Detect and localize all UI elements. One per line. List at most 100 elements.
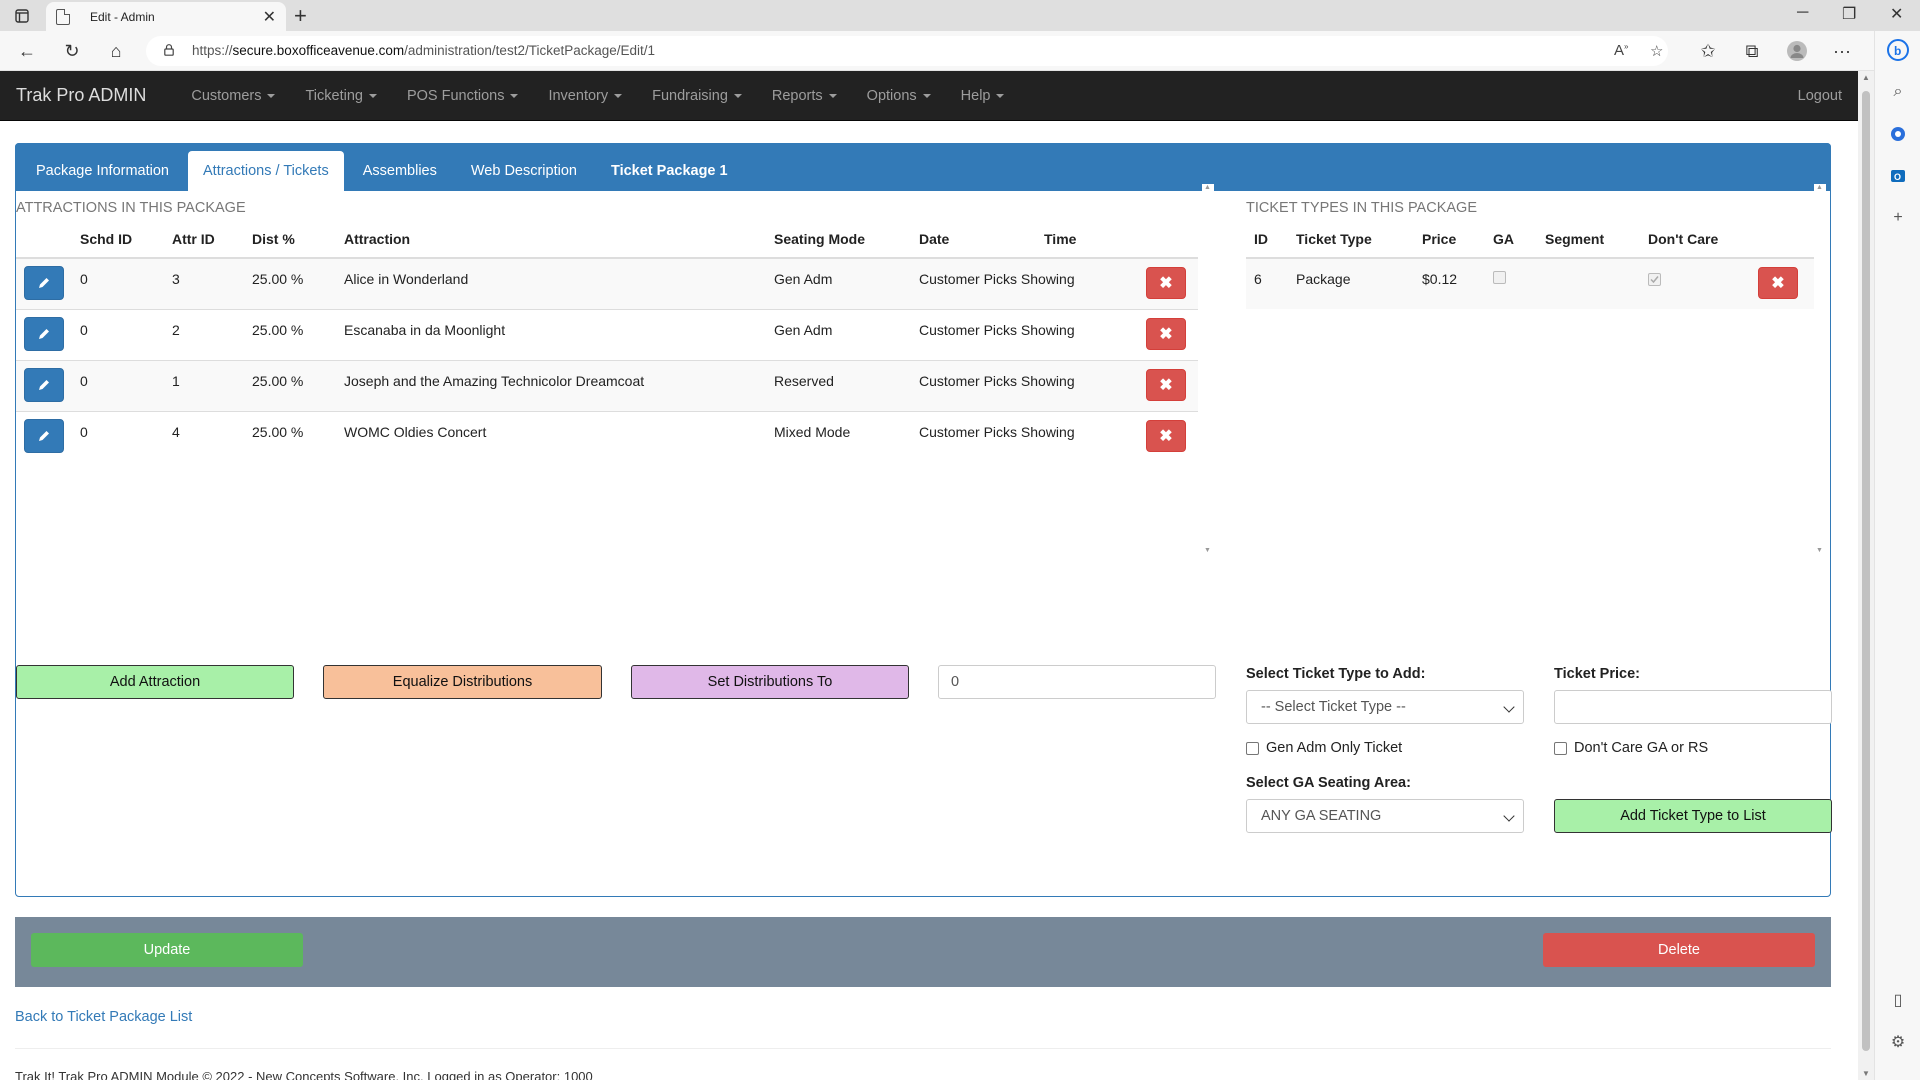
tab-actions-icon[interactable] [12, 6, 32, 26]
profile-icon[interactable] [1785, 39, 1809, 63]
tab-assemblies[interactable]: Assemblies [348, 151, 452, 191]
remove-attraction-button[interactable]: ✖ [1146, 317, 1186, 350]
dont-care-ga-rs-checkbox[interactable]: Don't Care GA or RS [1554, 740, 1708, 756]
cell-id: 6 [1246, 257, 1296, 309]
ticket-type-select-value: -- Select Ticket Type -- [1261, 699, 1406, 715]
minimize-icon[interactable]: ─ [1797, 4, 1808, 22]
close-window-icon[interactable]: ✕ [1890, 4, 1903, 24]
nav-pos-functions[interactable]: POS Functions [392, 88, 534, 104]
scroll-up-icon[interactable]: ▲ [1204, 184, 1211, 191]
checkbox-box[interactable] [1554, 741, 1567, 755]
cell-attr-id: 1 [172, 359, 252, 411]
form-actions-bar: Update Delete [15, 917, 1831, 987]
edit-attraction-button[interactable] [24, 266, 64, 300]
page-icon [56, 8, 70, 25]
favorites-icon[interactable]: ✩ [1696, 39, 1720, 63]
tab-title: Edit - Admin [90, 9, 155, 24]
pencil-icon [39, 379, 49, 390]
nav-inventory[interactable]: Inventory [533, 88, 637, 104]
ticket-types-scrollbar[interactable]: ▲ ▼ [1814, 184, 1826, 554]
tab-web-description[interactable]: Web Description [456, 151, 592, 191]
col-time: Time [1044, 220, 1124, 259]
more-icon[interactable]: ··· [1830, 39, 1854, 63]
nav-reports[interactable]: Reports [757, 88, 852, 104]
ga-seating-area-select[interactable]: ANY GA SEATING [1246, 799, 1524, 833]
page-scrollbar[interactable]: ▲ ▼ [1858, 71, 1874, 1080]
tab-attractions-tickets[interactable]: Attractions / Tickets [188, 151, 344, 191]
nav-options[interactable]: Options [852, 88, 946, 104]
add-sidebar-icon[interactable]: + [1887, 207, 1909, 229]
read-aloud-icon[interactable]: A» [1614, 42, 1628, 59]
collections-icon[interactable]: ⧉ [1740, 39, 1764, 63]
remove-attraction-button[interactable]: ✖ [1146, 368, 1186, 401]
ticket-type-select[interactable]: -- Select Ticket Type -- [1246, 690, 1524, 724]
tab-package-information[interactable]: Package Information [21, 151, 184, 191]
attractions-scrollbar[interactable]: ▲ ▼ [1202, 184, 1214, 554]
browser-tab[interactable]: Edit - Admin ✕ [46, 2, 286, 31]
x-icon: ✖ [1159, 376, 1173, 394]
update-button[interactable]: Update [31, 933, 303, 967]
cell-schd-id: 0 [80, 359, 172, 411]
refresh-icon[interactable]: ↻ [60, 39, 84, 63]
col-schd-id: Schd ID [80, 220, 172, 259]
table-row: 0 2 25.00 % Escanaba in da Moonlight Gen… [16, 308, 1198, 360]
dont-care-checkbox [1648, 273, 1661, 286]
cell-price: $0.12 [1422, 257, 1493, 309]
logout-link[interactable]: Logout [1798, 88, 1858, 104]
svg-text:O: O [1894, 172, 1901, 182]
back-icon[interactable]: ← [15, 39, 39, 63]
nav-fundraising[interactable]: Fundraising [637, 88, 757, 104]
edit-attraction-button[interactable] [24, 418, 64, 453]
table-row: 6 Package $0.12 ✖ [1246, 257, 1816, 309]
cell-ticket-type: Package [1296, 257, 1422, 309]
ticket-price-input[interactable] [1554, 690, 1832, 724]
ticket-types-table: ID Ticket Type Price GA Segment Don't Ca… [1246, 220, 1816, 309]
search-icon[interactable]: ⌕ [1887, 81, 1909, 103]
checkbox-box[interactable] [1246, 741, 1259, 755]
remove-attraction-button[interactable]: ✖ [1146, 419, 1186, 452]
back-to-list-link[interactable]: Back to Ticket Package List [15, 1009, 192, 1025]
add-favorite-icon[interactable]: ☆ [1650, 42, 1663, 60]
edit-attraction-button[interactable] [24, 316, 64, 351]
cell-dist: 25.00 % [252, 359, 344, 411]
add-attraction-button[interactable]: Add Attraction [16, 665, 294, 699]
attractions-table: Schd ID Attr ID Dist % Attraction Seatin… [16, 220, 1198, 462]
scroll-down-icon[interactable]: ▼ [1862, 1069, 1870, 1078]
equalize-distributions-button[interactable]: Equalize Distributions [323, 665, 602, 699]
scrollbar-thumb[interactable] [1862, 91, 1870, 1051]
nav-help[interactable]: Help [946, 88, 1020, 104]
delete-button[interactable]: Delete [1543, 933, 1815, 967]
remove-attraction-button[interactable]: ✖ [1146, 267, 1186, 299]
col-price: Price [1422, 220, 1493, 259]
close-tab-icon[interactable]: ✕ [263, 7, 276, 27]
distribution-value-input[interactable]: 0 [938, 665, 1216, 699]
cell-attr-id: 2 [172, 308, 252, 360]
nav-customers[interactable]: Customers [176, 88, 290, 104]
scroll-down-icon[interactable]: ▼ [1204, 547, 1211, 554]
outlook-icon[interactable]: O [1887, 165, 1909, 187]
remove-ticket-type-button[interactable]: ✖ [1758, 267, 1798, 299]
hide-sidebar-icon[interactable]: ▯ [1887, 989, 1909, 1011]
edit-attraction-button[interactable] [24, 367, 64, 402]
bing-icon[interactable]: b [1887, 39, 1909, 61]
gen-adm-only-checkbox[interactable]: Gen Adm Only Ticket [1246, 740, 1402, 756]
home-icon[interactable]: ⌂ [104, 39, 128, 63]
lock-icon[interactable] [164, 44, 174, 56]
shopping-icon[interactable] [1887, 123, 1909, 145]
brand-link[interactable]: Trak Pro ADMIN [0, 85, 162, 106]
address-bar[interactable]: https://secure.boxofficeavenue.com/admin… [146, 36, 1668, 66]
settings-icon[interactable]: ⚙ [1887, 1031, 1909, 1053]
col-dist: Dist % [252, 220, 344, 259]
restore-icon[interactable]: ❐ [1842, 4, 1856, 24]
add-ticket-type-button[interactable]: Add Ticket Type to List [1554, 799, 1832, 833]
scroll-up-icon[interactable]: ▲ [1862, 73, 1870, 82]
scroll-up-icon[interactable]: ▲ [1816, 184, 1823, 191]
new-tab-icon[interactable]: + [294, 3, 307, 29]
cell-seating-mode: Gen Adm [774, 308, 919, 360]
browser-tabbar: Edit - Admin ✕ + ─ ❐ ✕ [0, 0, 1920, 31]
cell-attraction: Escanaba in da Moonlight [344, 308, 774, 360]
nav-ticketing[interactable]: Ticketing [290, 88, 391, 104]
ticket-types-table-container: ID Ticket Type Price GA Segment Don't Ca… [1246, 220, 1816, 550]
set-distributions-button[interactable]: Set Distributions To [631, 665, 909, 699]
scroll-down-icon[interactable]: ▼ [1816, 547, 1823, 554]
